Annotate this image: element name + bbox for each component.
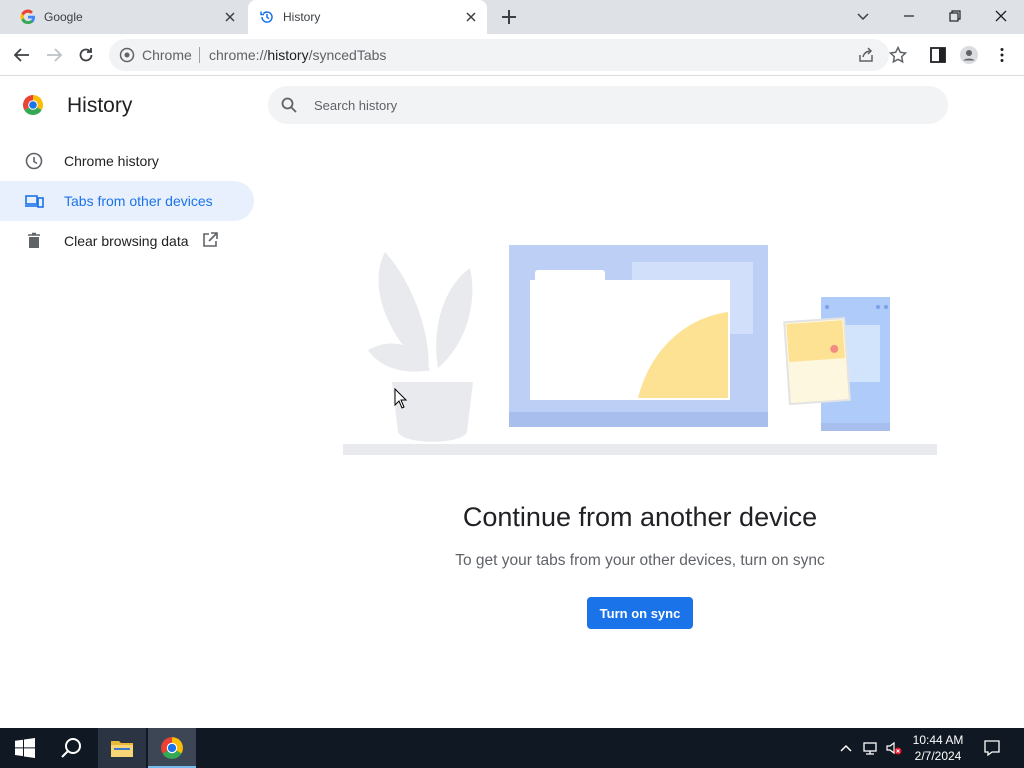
- minimize-icon[interactable]: [899, 6, 919, 26]
- notifications-icon[interactable]: [983, 739, 1001, 757]
- chrome-logo-icon: [161, 737, 183, 759]
- clock-icon: [25, 152, 43, 170]
- search-icon: [61, 738, 81, 758]
- side-panel-icon[interactable]: [928, 45, 948, 65]
- sidebar-item-label: Tabs from other devices: [64, 193, 213, 209]
- clock-date: 2/7/2024: [914, 749, 962, 763]
- tab-search-chevron-icon[interactable]: [853, 6, 873, 26]
- page-title: History: [67, 94, 133, 117]
- share-icon[interactable]: [856, 45, 876, 65]
- google-favicon-icon: [20, 9, 35, 25]
- search-icon: [281, 97, 297, 113]
- close-tab-icon[interactable]: [222, 9, 238, 25]
- address-bar[interactable]: Chrome chrome://history/syncedTabs: [109, 39, 889, 71]
- browser-toolbar: Chrome chrome://history/syncedTabs: [0, 34, 1024, 76]
- network-icon[interactable]: [862, 740, 878, 756]
- chrome-site-icon: [119, 47, 135, 63]
- back-arrow-icon[interactable]: [12, 45, 32, 65]
- chrome-taskbar-button[interactable]: [148, 728, 196, 768]
- search-taskbar-button[interactable]: [48, 728, 96, 768]
- trash-icon: [28, 232, 40, 248]
- windows-taskbar: 10:44 AM 2/7/2024: [0, 728, 1024, 768]
- tab-strip: Google History: [0, 0, 1024, 34]
- restore-icon[interactable]: [945, 6, 965, 26]
- tab-title: History: [283, 10, 321, 24]
- file-explorer-taskbar-button[interactable]: [98, 728, 146, 768]
- sidebar-item-clear-browsing-data[interactable]: Clear browsing data: [0, 221, 254, 261]
- empty-state-heading: Continue from another device: [462, 502, 818, 532]
- volume-muted-icon[interactable]: [886, 740, 902, 756]
- devices-icon: [25, 195, 44, 208]
- more-menu-icon[interactable]: [992, 45, 1012, 65]
- sidebar-item-tabs-from-other-devices[interactable]: Tabs from other devices: [0, 181, 254, 221]
- windows-logo-icon: [15, 738, 35, 758]
- bookmark-star-icon[interactable]: [888, 45, 908, 65]
- new-tab-icon[interactable]: [500, 8, 518, 26]
- tab-history[interactable]: History: [248, 0, 487, 34]
- chrome-logo-icon: [23, 95, 43, 115]
- tab-google[interactable]: Google: [0, 0, 246, 34]
- taskbar-clock[interactable]: 10:44 AM 2/7/2024: [910, 732, 966, 764]
- sidebar-item-label: Chrome history: [64, 153, 159, 169]
- folder-icon: [111, 741, 133, 757]
- search-input[interactable]: [314, 95, 914, 115]
- search-history-box[interactable]: [268, 86, 948, 124]
- sidebar-item-label: Clear browsing data: [64, 233, 189, 249]
- turn-on-sync-button[interactable]: Turn on sync: [587, 597, 693, 629]
- profile-avatar-icon[interactable]: [959, 45, 979, 65]
- sync-devices-illustration: [343, 245, 937, 455]
- history-favicon-icon: [260, 11, 273, 23]
- clock-time: 10:44 AM: [912, 733, 964, 747]
- omnibox-divider: [199, 47, 200, 63]
- url-text[interactable]: chrome://history/syncedTabs: [209, 47, 386, 63]
- reload-icon[interactable]: [76, 45, 96, 65]
- sidebar-item-chrome-history[interactable]: Chrome history: [0, 141, 254, 181]
- close-tab-icon[interactable]: [463, 9, 479, 25]
- mouse-cursor-icon: [394, 388, 408, 409]
- empty-state-description: To get your tabs from your other devices…: [455, 552, 825, 569]
- forward-arrow-icon[interactable]: [44, 45, 64, 65]
- tab-title: Google: [44, 10, 83, 24]
- start-button[interactable]: [0, 728, 48, 768]
- external-link-icon: [203, 232, 218, 247]
- site-chip-label: Chrome: [142, 47, 192, 63]
- show-hidden-icons-chevron-icon[interactable]: [838, 740, 854, 756]
- close-window-icon[interactable]: [991, 6, 1011, 26]
